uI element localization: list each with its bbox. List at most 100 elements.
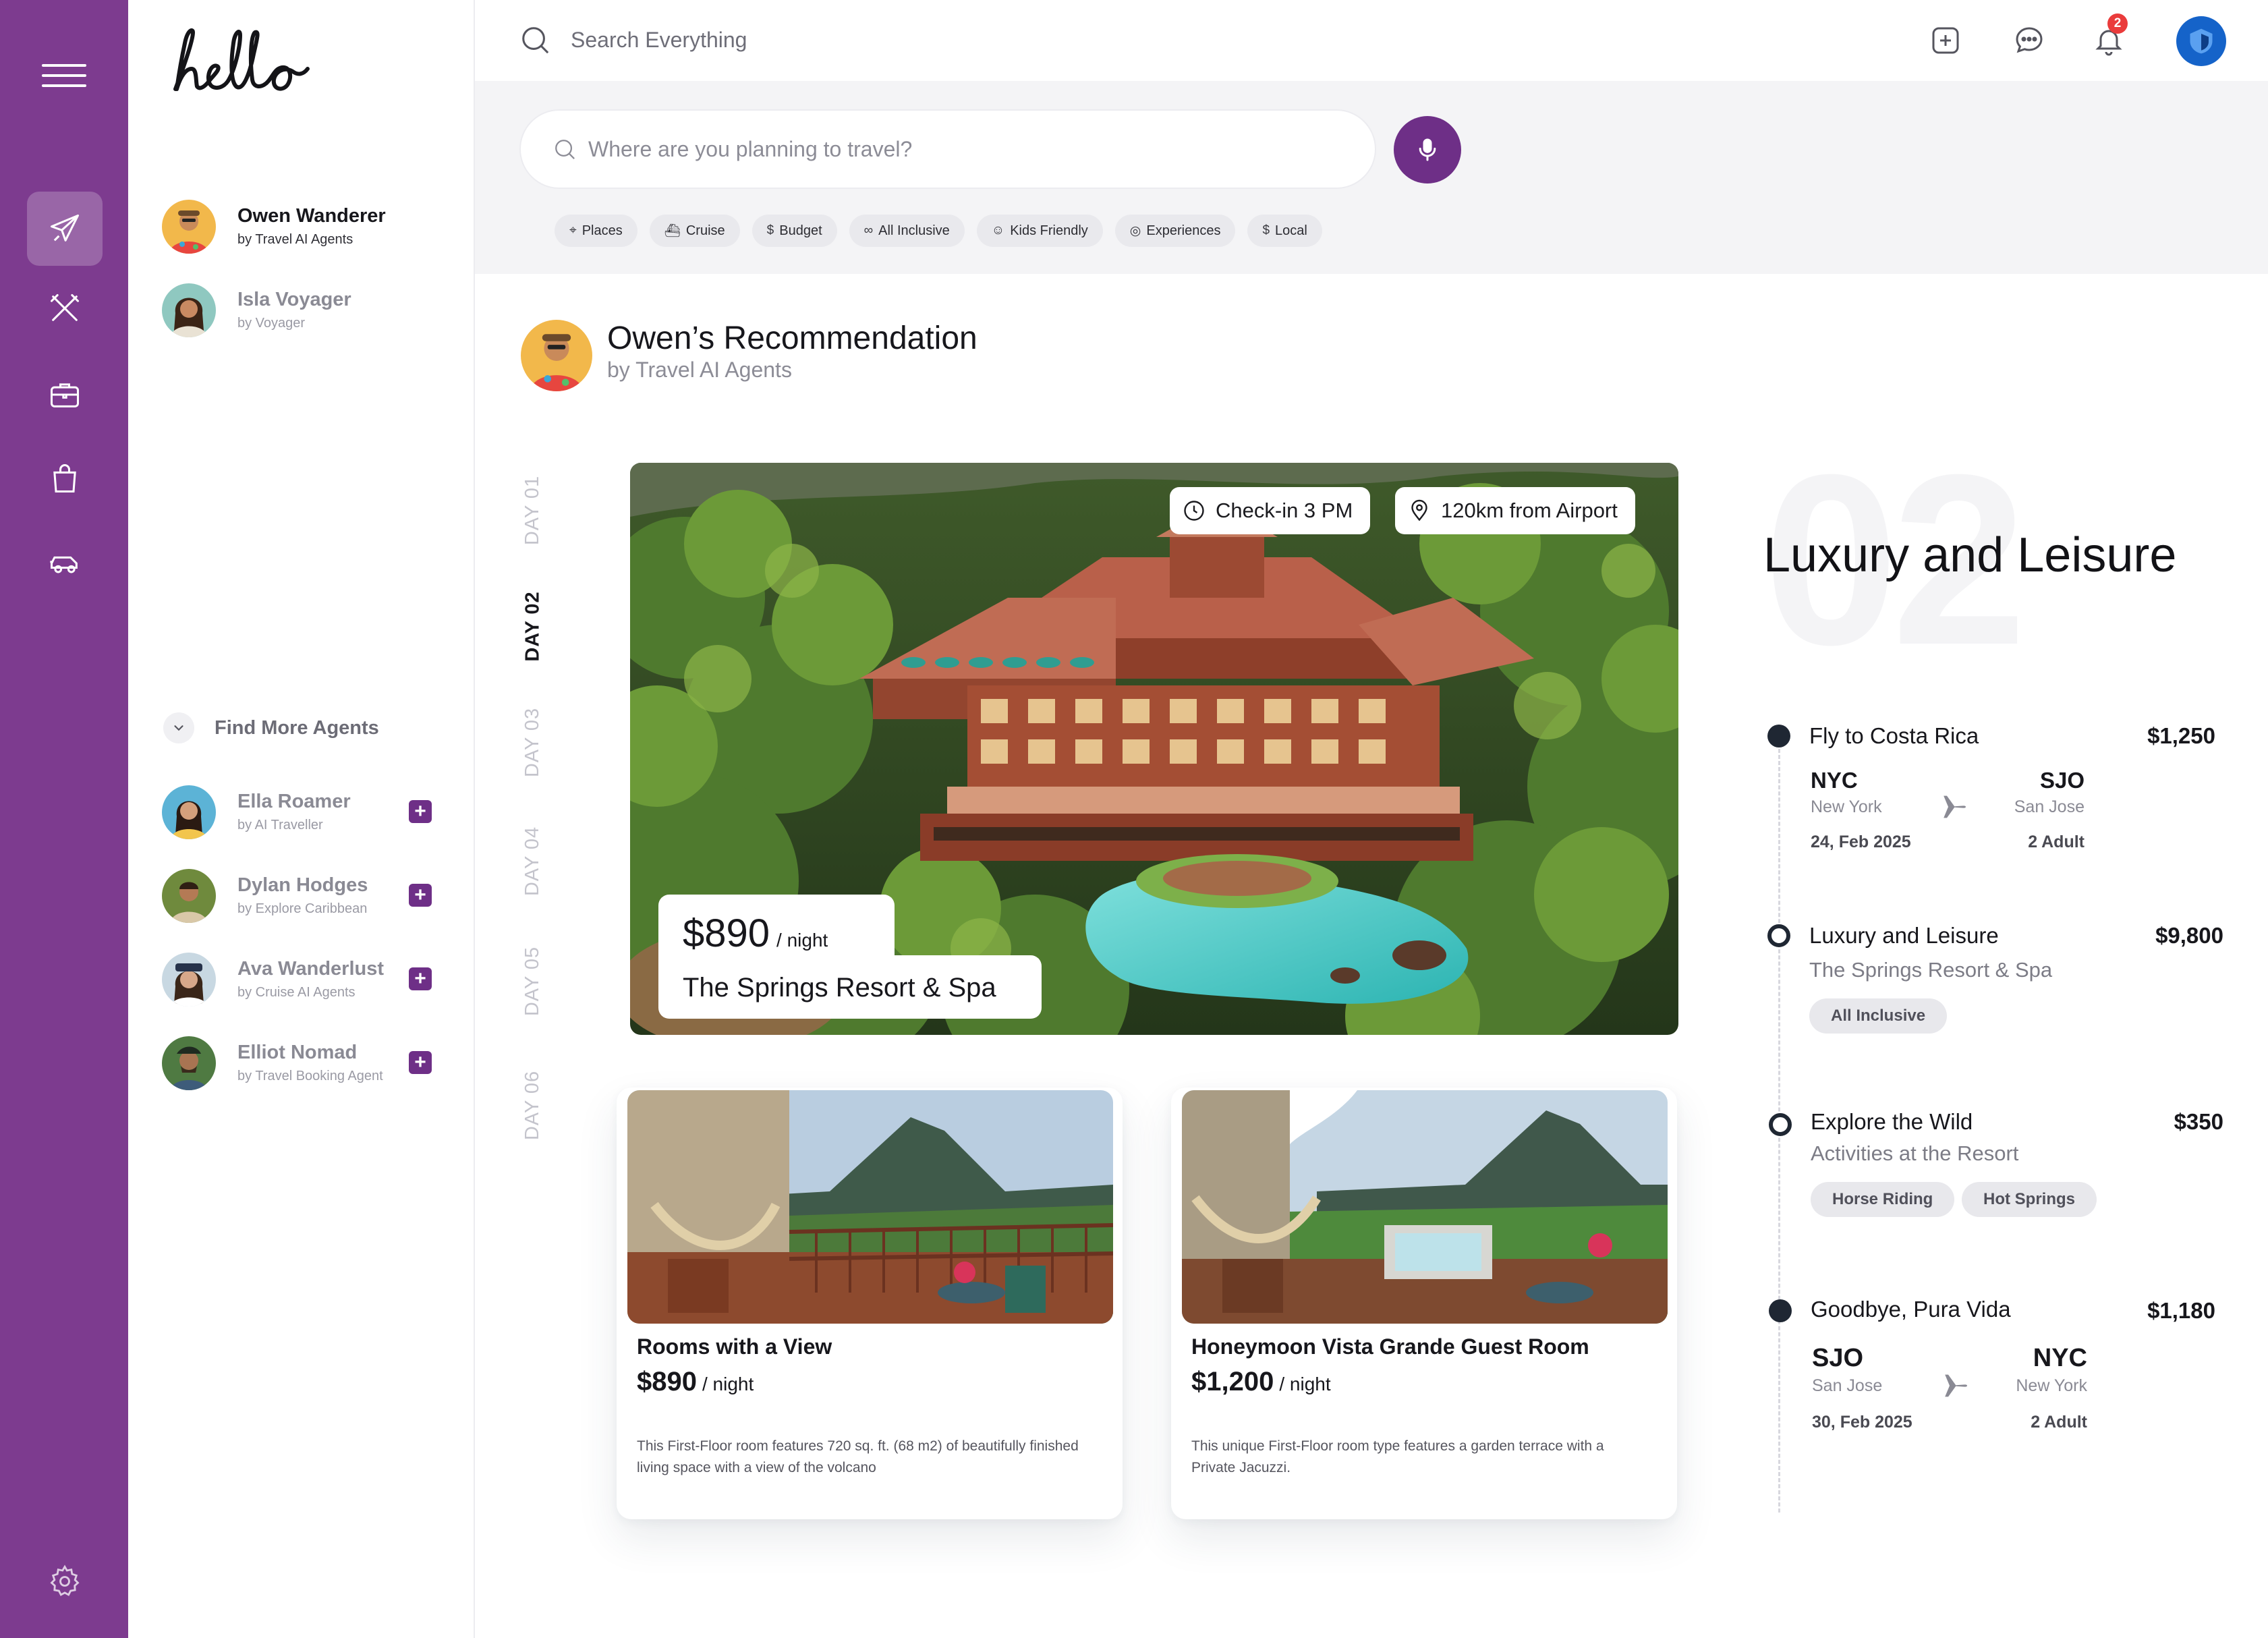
chip-experiences[interactable]: ◎ Experiences (1114, 215, 1236, 247)
agent-name: Isla Voyager (237, 289, 351, 310)
agent-byline: by Travel Booking Agent (237, 1069, 383, 1083)
avatar (162, 1036, 216, 1090)
itinerary-item-amount: $9,800 (2155, 923, 2223, 948)
add-agent-button[interactable]: + (409, 800, 432, 823)
add-agent-button[interactable]: + (409, 967, 432, 990)
chip-all-inclusive[interactable]: ∞ All Inclusive (849, 215, 965, 247)
avatar (521, 320, 592, 391)
user-avatar[interactable] (2176, 16, 2226, 66)
nav-flights[interactable] (27, 192, 103, 266)
room-photo (627, 1090, 1113, 1324)
room-title: Honeymoon Vista Grande Guest Room (1191, 1334, 1589, 1359)
nav-transport[interactable] (27, 526, 103, 600)
day-tab-05[interactable]: DAY 05 (514, 940, 552, 1021)
timeline-dot (1769, 1299, 1792, 1322)
day-tab-04[interactable]: DAY 04 (514, 820, 552, 901)
avatar (162, 869, 216, 923)
agent-item-ella[interactable]: Ella Roamer by AI Traveller + (162, 785, 459, 846)
chip-label: All Inclusive (878, 223, 950, 238)
notifications-button[interactable]: 2 (2089, 13, 2129, 61)
recommendation-title: Owen’s Recommendation (607, 320, 977, 356)
pin-icon: ⌖ (569, 223, 577, 237)
hero-resort-card[interactable]: Check-in 3 PM 120km from Airport $890/ n… (630, 463, 1678, 1035)
agent-item-dylan[interactable]: Dylan Hodges by Explore Caribbean + (162, 869, 459, 930)
agent-item-elliot[interactable]: Elliot Nomad by Travel Booking Agent + (162, 1036, 459, 1097)
room-card[interactable]: Rooms with a View $890/ night This First… (617, 1088, 1123, 1519)
room-card[interactable]: Honeymoon Vista Grande Guest Room $1,200… (1171, 1088, 1677, 1519)
chevron-down-icon (163, 712, 194, 743)
add-agent-button[interactable]: + (409, 884, 432, 907)
ship-icon: ⛴ (664, 224, 681, 238)
recommendation-subtitle: by Travel AI Agents (607, 358, 792, 382)
day-label: DAY 05 (521, 946, 544, 1016)
distance-pill: 120km from Airport (1395, 487, 1635, 534)
add-agent-button[interactable]: + (409, 1051, 432, 1074)
itinerary-item-amount: $1,180 (2147, 1298, 2215, 1323)
itinerary-tag[interactable]: Hot Springs (1962, 1182, 2097, 1217)
hero-price: $890/ night (683, 911, 828, 955)
gear-icon (50, 1564, 80, 1596)
chip-budget[interactable]: $ Budget (752, 215, 837, 247)
itinerary-item-subtitle: The Springs Resort & Spa (1809, 958, 2053, 982)
agent-item-isla[interactable]: Isla Voyager by Voyager (162, 283, 459, 344)
day-tab-02[interactable]: DAY 02 (514, 586, 552, 667)
chip-kids-friendly[interactable]: ☺ Kids Friendly (976, 215, 1103, 247)
add-button[interactable] (1925, 20, 1966, 61)
chip-places[interactable]: ⌖ Places (555, 215, 637, 247)
room-photo (1182, 1090, 1668, 1324)
nav-shopping[interactable] (27, 441, 103, 515)
itinerary-item-amount: $1,250 (2147, 723, 2215, 748)
search-input[interactable]: Search Everything (571, 28, 747, 53)
nav-business[interactable] (27, 358, 103, 432)
airplane-icon (50, 214, 80, 242)
notification-badge: 2 (2107, 13, 2128, 34)
find-more-agents-toggle[interactable]: Find More Agents (163, 712, 379, 743)
itinerary-item-amount: $350 (2174, 1109, 2223, 1134)
travel-plan-placeholder: Where are you planning to travel? (588, 136, 913, 161)
global-search[interactable]: Search Everything (519, 24, 747, 55)
day-tab-06[interactable]: DAY 06 (514, 1065, 552, 1146)
family-icon: ☺ (991, 223, 1005, 237)
checkin-text: Check-in 3 PM (1216, 499, 1353, 522)
origin-city: San Jose (1812, 1376, 1883, 1395)
day-tab-01[interactable]: DAY 01 (514, 470, 552, 550)
timeline-dot (1767, 924, 1790, 947)
room-price: $890/ night (637, 1367, 754, 1396)
messages-button[interactable] (2009, 20, 2049, 61)
agent-name: Dylan Hodges (237, 874, 368, 896)
itinerary-tag[interactable]: All Inclusive (1809, 998, 1948, 1034)
top-bar: Search Everything 2 (475, 0, 2268, 81)
chip-local[interactable]: $ Local (1247, 215, 1322, 247)
agent-item-owen[interactable]: Owen Wanderer by Travel AI Agents (162, 200, 459, 260)
voice-input-button[interactable] (1394, 116, 1461, 183)
itinerary-tag[interactable]: Horse Riding (1811, 1182, 1955, 1217)
agents-panel: Owen Wanderer by Travel AI Agents Isla V… (128, 0, 475, 1638)
day-tab-03[interactable]: DAY 03 (514, 702, 552, 783)
avatar (162, 785, 216, 839)
day-label: DAY 06 (521, 1070, 544, 1140)
shield-logo-icon (2190, 28, 2213, 54)
day-label: DAY 02 (521, 590, 544, 662)
chip-label: Places (582, 223, 623, 238)
agent-item-ava[interactable]: Ava Wanderlust by Cruise AI Agents + (162, 953, 459, 1013)
airplane-icon (1936, 791, 1968, 826)
chat-icon (2016, 27, 2043, 53)
filter-chips: ⌖ Places ⛴ Cruise $ Budget ∞ All Inclusive ☺… (555, 215, 1322, 247)
agent-name: Elliot Nomad (237, 1042, 358, 1063)
avatar (162, 283, 216, 337)
menu-icon[interactable] (42, 64, 86, 87)
room-description: This unique First-Floor room type featur… (1191, 1438, 1604, 1475)
settings-button[interactable] (47, 1564, 81, 1598)
find-more-label: Find More Agents (215, 716, 379, 739)
agent-name: Ava Wanderlust (237, 958, 385, 980)
nav-dining[interactable] (27, 271, 103, 345)
chip-cruise[interactable]: ⛴ Cruise (649, 215, 740, 247)
clock-icon (1184, 501, 1204, 521)
hero-resort-name: The Springs Resort & Spa (683, 973, 996, 1002)
destination-code: NYC (2033, 1344, 2087, 1372)
travel-plan-input[interactable]: Where are you planning to travel? (519, 109, 1376, 189)
flight-date: 24, Feb 2025 (1811, 832, 1911, 851)
chip-label: Experiences (1146, 223, 1221, 238)
car-icon (50, 556, 78, 573)
room-title: Rooms with a View (637, 1334, 832, 1359)
